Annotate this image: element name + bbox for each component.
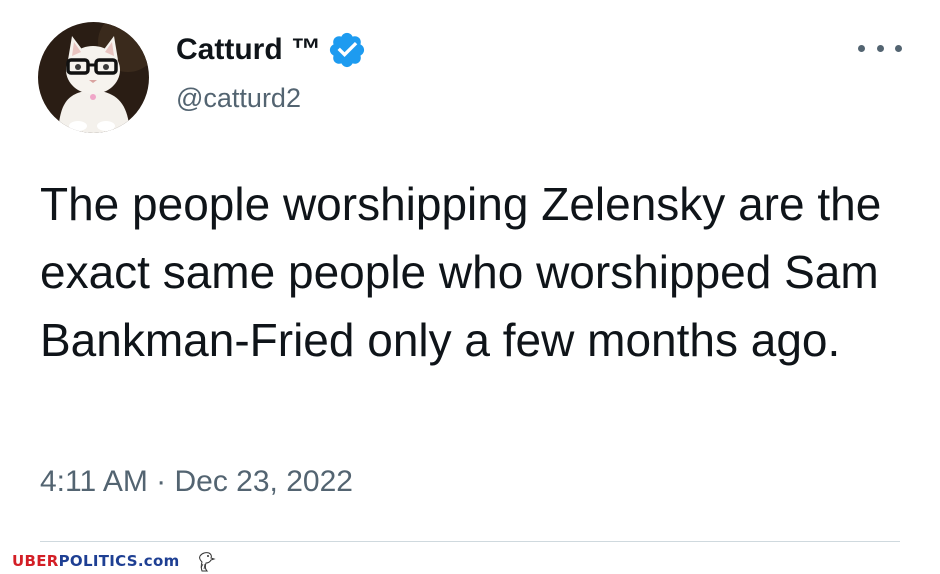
more-options-button[interactable] xyxy=(858,30,902,66)
more-horizontal-icon-dot xyxy=(895,44,902,52)
eagle-icon xyxy=(198,552,216,572)
tweet-text: The people worshipping Zelensky are the … xyxy=(40,178,882,366)
cat-with-glasses-avatar-icon xyxy=(38,22,149,133)
divider xyxy=(40,541,900,542)
verified-badge-icon xyxy=(327,30,367,70)
user-handle[interactable]: @catturd2 xyxy=(176,80,301,116)
watermark-part-uber: UBER xyxy=(12,552,59,570)
tweet-timestamp[interactable]: 4:11 AM · Dec 23, 2022 xyxy=(40,462,353,502)
watermark: UBER POLITICS .com xyxy=(12,550,218,572)
display-name-text: Catturd ™ xyxy=(176,33,321,66)
more-horizontal-icon-dot xyxy=(876,44,884,52)
watermark-part-politics: POLITICS xyxy=(58,552,138,570)
avatar[interactable] xyxy=(38,22,149,133)
display-name[interactable]: Catturd ™ xyxy=(176,30,367,70)
watermark-part-domain: .com xyxy=(137,552,180,570)
more-horizontal-icon xyxy=(858,44,865,52)
